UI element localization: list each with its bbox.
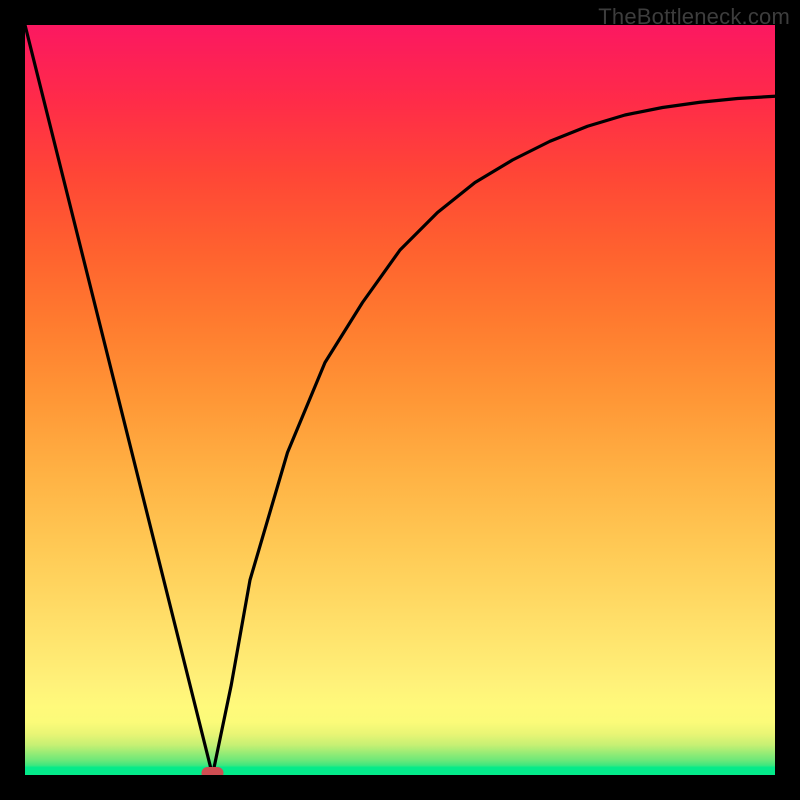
curve-marker (202, 767, 224, 775)
gradient-background (25, 25, 775, 775)
plot-area (25, 25, 775, 775)
watermark-text: TheBottleneck.com (598, 4, 790, 30)
chart-frame: TheBottleneck.com (0, 0, 800, 800)
chart-svg (25, 25, 775, 775)
